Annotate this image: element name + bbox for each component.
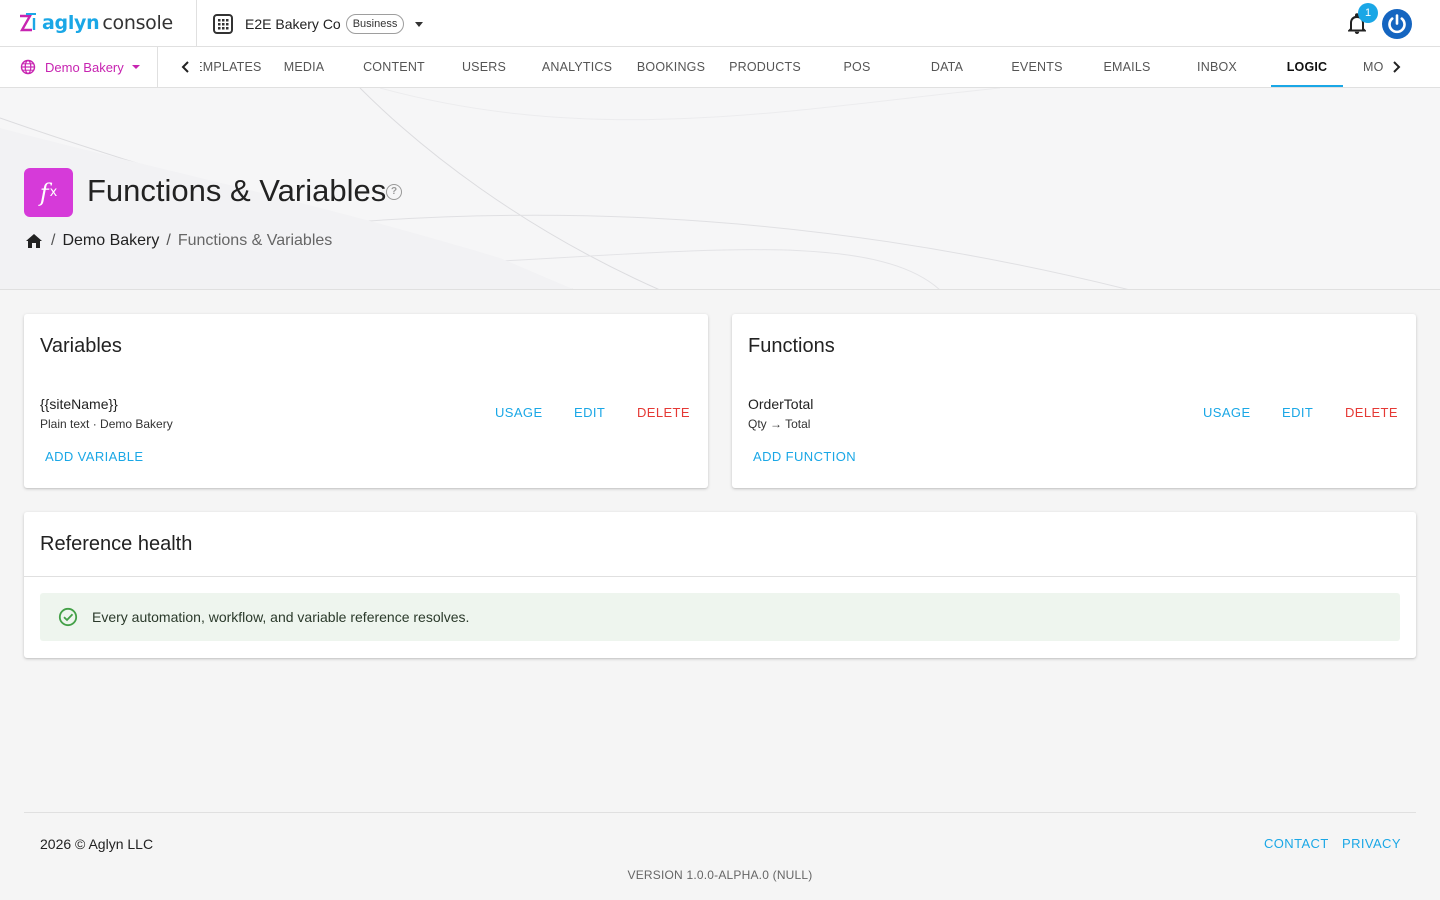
tab-users[interactable]: USERS bbox=[439, 47, 529, 87]
divider bbox=[24, 576, 1416, 577]
main-nav: Demo Bakery TEMPLATES MEDIA CONTENT USER… bbox=[0, 47, 1440, 88]
variables-card: Variables {{siteName}} Plain text · Demo… bbox=[24, 314, 708, 488]
tab-analytics[interactable]: ANALYTICS bbox=[532, 47, 622, 87]
tab-products[interactable]: PRODUCTS bbox=[720, 47, 810, 87]
chevron-down-icon bbox=[415, 21, 424, 27]
chevron-right-icon[interactable] bbox=[1387, 58, 1405, 76]
top-bar: aglyn console E2E Bakery Co Business 1 bbox=[0, 0, 1440, 47]
delete-button[interactable]: DELETE bbox=[1345, 405, 1398, 420]
help-icon[interactable]: ? bbox=[386, 184, 402, 200]
tab-logic[interactable]: LOGIC bbox=[1271, 47, 1343, 87]
tab-media[interactable]: MEDIA bbox=[259, 47, 349, 87]
site-selector-label: Demo Bakery bbox=[45, 59, 124, 75]
org-switcher[interactable]: E2E Bakery Co Business bbox=[212, 12, 424, 36]
add-variable-button[interactable]: ADD VARIABLE bbox=[45, 449, 143, 464]
breadcrumb: / Demo Bakery / Functions & Variables bbox=[24, 231, 332, 251]
tab-events[interactable]: EVENTS bbox=[992, 47, 1082, 87]
version-label: VERSION 1.0.0-ALPHA.0 (NULL) bbox=[627, 868, 813, 882]
site-selector[interactable]: Demo Bakery bbox=[0, 47, 158, 87]
breadcrumb-separator: / bbox=[51, 232, 56, 249]
footer-divider bbox=[24, 812, 1416, 813]
aglyn-logo-icon bbox=[19, 13, 36, 32]
reference-health-title: Reference health bbox=[40, 533, 193, 555]
usage-button[interactable]: USAGE bbox=[1203, 405, 1251, 420]
org-name: E2E Bakery Co bbox=[245, 16, 341, 32]
home-icon[interactable] bbox=[24, 231, 44, 251]
add-function-button[interactable]: ADD FUNCTION bbox=[753, 449, 856, 464]
building-icon bbox=[213, 14, 233, 34]
tab-content[interactable]: CONTENT bbox=[349, 47, 439, 87]
globe-icon bbox=[20, 59, 36, 75]
plan-badge: Business bbox=[345, 14, 405, 34]
usage-button[interactable]: USAGE bbox=[495, 405, 543, 420]
check-circle-icon bbox=[58, 607, 78, 627]
health-message: Every automation, workflow, and variable… bbox=[92, 609, 470, 625]
tab-bookings[interactable]: BOOKINGS bbox=[626, 47, 716, 87]
account-menu-button[interactable] bbox=[1382, 9, 1412, 39]
logo-primary-text: aglyn bbox=[42, 12, 100, 34]
tab-emails[interactable]: EMAILS bbox=[1082, 47, 1172, 87]
function-meta: Qty → Total bbox=[748, 417, 811, 431]
functions-card-title: Functions bbox=[748, 335, 835, 357]
app-logo[interactable]: aglyn console bbox=[17, 11, 173, 35]
function-name: OrderTotal bbox=[748, 396, 814, 412]
edit-button[interactable]: EDIT bbox=[1282, 405, 1313, 420]
delete-button[interactable]: DELETE bbox=[637, 405, 690, 420]
variable-name: {{siteName}} bbox=[40, 396, 118, 412]
variable-meta: Plain text · Demo Bakery bbox=[40, 417, 173, 431]
page-title: Functions & Variables bbox=[87, 173, 387, 208]
chevron-down-icon bbox=[131, 65, 140, 69]
reference-health-card: Reference health Every automation, workf… bbox=[24, 512, 1416, 658]
power-icon bbox=[1388, 14, 1406, 34]
page-header: fx Functions & Variables ? / Demo Bakery… bbox=[0, 88, 1440, 290]
tab-inbox[interactable]: INBOX bbox=[1172, 47, 1262, 87]
tab-data[interactable]: DATA bbox=[902, 47, 992, 87]
variables-card-title: Variables bbox=[40, 335, 122, 357]
fx-icon-subscript: x bbox=[49, 185, 58, 200]
tab-strip: TEMPLATES MEDIA CONTENT USERS ANALYTICS … bbox=[200, 47, 1383, 87]
breadcrumb-current: Functions & Variables bbox=[177, 232, 333, 249]
tab-more[interactable]: MORE bbox=[1363, 47, 1383, 87]
fx-icon-label: f bbox=[39, 178, 49, 207]
divider bbox=[196, 0, 197, 46]
contact-link[interactable]: CONTACT bbox=[1264, 836, 1329, 851]
copyright: 2026 © Aglyn LLC bbox=[40, 836, 154, 852]
success-alert: Every automation, workflow, and variable… bbox=[40, 593, 1400, 641]
privacy-link[interactable]: PRIVACY bbox=[1342, 836, 1401, 851]
tab-pos[interactable]: POS bbox=[812, 47, 902, 87]
chevron-left-icon[interactable] bbox=[177, 58, 195, 76]
breadcrumb-separator: / bbox=[166, 232, 171, 249]
functions-card: Functions OrderTotal Qty → Total USAGE E… bbox=[732, 314, 1416, 488]
edit-button[interactable]: EDIT bbox=[574, 405, 605, 420]
functions-fx-icon: fx bbox=[24, 168, 73, 217]
logo-secondary-text: console bbox=[102, 12, 173, 34]
notification-count-badge: 1 bbox=[1358, 3, 1378, 23]
breadcrumb-site-link[interactable]: Demo Bakery bbox=[62, 232, 159, 250]
